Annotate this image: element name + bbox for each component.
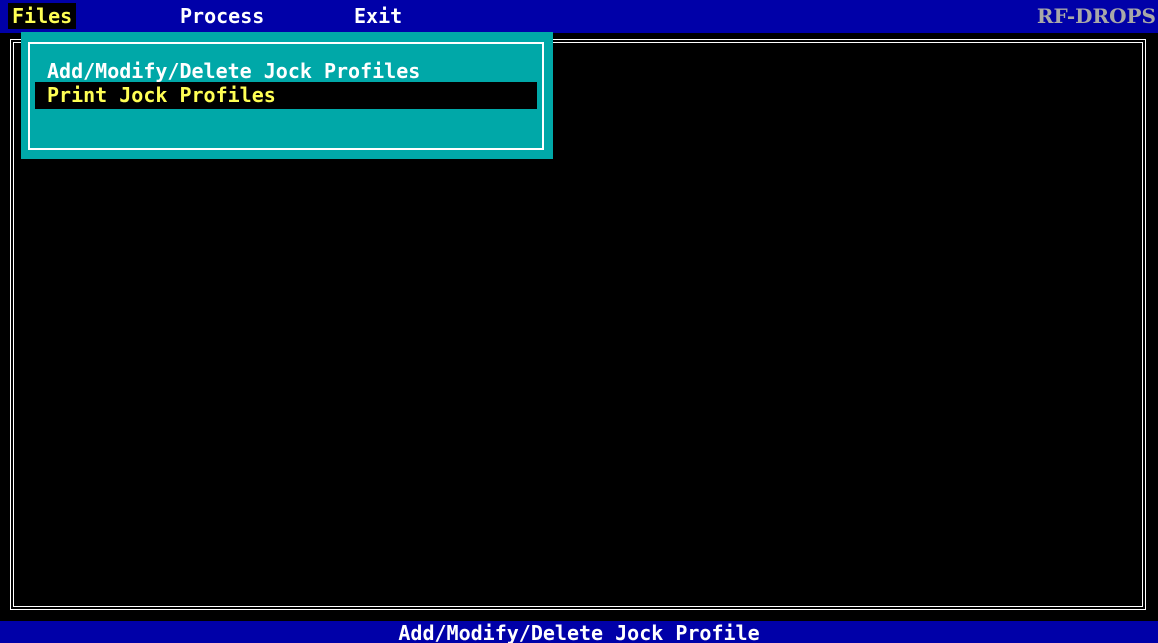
- menu-exit[interactable]: Exit: [350, 3, 406, 29]
- menu-option-add-modify-delete-jock-profiles[interactable]: Add/Modify/Delete Jock Profiles: [35, 58, 537, 85]
- menu-files[interactable]: Files: [8, 3, 77, 29]
- app-title: RF-DROPS: [1036, 4, 1156, 28]
- status-text: Add/Modify/Delete Jock Profile: [398, 621, 760, 643]
- menu-option-print-jock-profiles[interactable]: Print Jock Profiles: [35, 82, 537, 109]
- menu-process[interactable]: Process: [176, 3, 268, 29]
- status-bar: Add/Modify/Delete Jock Profile: [0, 621, 1158, 643]
- menu-bar: Files Process Exit RF-DROPS: [0, 0, 1158, 33]
- files-dropdown-menu: Add/Modify/Delete Jock Profiles Print Jo…: [21, 32, 553, 159]
